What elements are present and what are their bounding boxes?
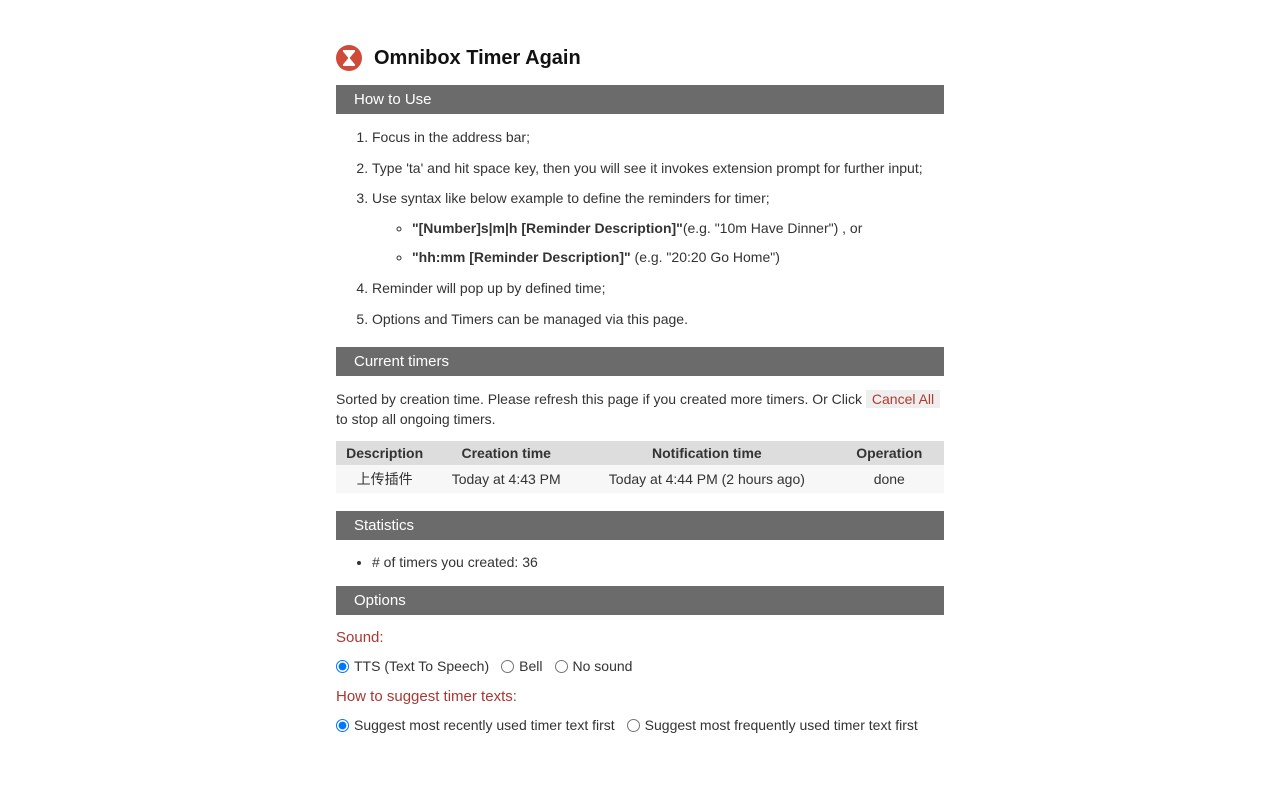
radio-tts-input[interactable] <box>336 660 349 673</box>
radio-bell-input[interactable] <box>501 660 514 673</box>
howto-list: Focus in the address bar; Type 'ta' and … <box>336 128 944 329</box>
syntax-item: "hh:mm [Reminder Description]" (e.g. "20… <box>412 248 944 268</box>
stats-item: # of timers you created: 36 <box>372 554 944 570</box>
timers-table: Description Creation time Notification t… <box>336 441 944 493</box>
stats-list: # of timers you created: 36 <box>336 554 944 570</box>
syntax-rest: (e.g. "10m Have Dinner") , or <box>683 220 863 236</box>
section-options-header: Options <box>336 586 944 615</box>
section-current-header: Current timers <box>336 347 944 376</box>
page-title: Omnibox Timer Again <box>374 47 581 70</box>
howto-step: Reminder will pop up by defined time; <box>372 279 944 299</box>
radio-label: No sound <box>573 658 633 674</box>
suggest-radio-group: Suggest most recently used timer text fi… <box>336 717 944 733</box>
syntax-rest: (e.g. "20:20 Go Home") <box>631 249 780 265</box>
howto-step: Use syntax like below example to define … <box>372 189 944 268</box>
col-creation: Creation time <box>433 441 579 465</box>
suggest-label: How to suggest timer texts: <box>336 688 944 705</box>
radio-suggest-recent[interactable]: Suggest most recently used timer text fi… <box>336 717 615 733</box>
syntax-bold: "[Number]s|m|h [Reminder Description]" <box>412 220 683 236</box>
radio-suggest-recent-input[interactable] <box>336 719 349 732</box>
radio-suggest-frequent-input[interactable] <box>627 719 640 732</box>
page-header: Omnibox Timer Again <box>336 45 944 71</box>
stats-label: # of timers you created: <box>372 554 522 570</box>
sound-label: Sound: <box>336 629 944 646</box>
note-after: to stop all ongoing timers. <box>336 411 496 427</box>
cell-creation: Today at 4:43 PM <box>433 465 579 493</box>
stats-count: 36 <box>522 554 538 570</box>
cell-operation: done <box>835 465 944 493</box>
cell-notification: Today at 4:44 PM (2 hours ago) <box>579 465 834 493</box>
section-stats-header: Statistics <box>336 511 944 540</box>
radio-label: TTS (Text To Speech) <box>354 658 489 674</box>
current-note: Sorted by creation time. Please refresh … <box>336 390 944 429</box>
radio-nosound[interactable]: No sound <box>555 658 633 674</box>
table-row: 上传插件 Today at 4:43 PM Today at 4:44 PM (… <box>336 465 944 493</box>
radio-label: Suggest most frequently used timer text … <box>645 717 918 733</box>
hourglass-icon <box>336 45 362 71</box>
note-before: Sorted by creation time. Please refresh … <box>336 391 866 407</box>
cancel-all-button[interactable]: Cancel All <box>866 390 940 408</box>
syntax-bold: "hh:mm [Reminder Description]" <box>412 249 631 265</box>
howto-step-text: Use syntax like below example to define … <box>372 190 770 206</box>
cell-description: 上传插件 <box>336 465 433 493</box>
syntax-list: "[Number]s|m|h [Reminder Description]"(e… <box>372 219 944 268</box>
col-notification: Notification time <box>579 441 834 465</box>
radio-label: Bell <box>519 658 542 674</box>
radio-bell[interactable]: Bell <box>501 658 542 674</box>
section-howto-header: How to Use <box>336 85 944 114</box>
howto-step: Focus in the address bar; <box>372 128 944 148</box>
syntax-item: "[Number]s|m|h [Reminder Description]"(e… <box>412 219 944 239</box>
howto-step: Type 'ta' and hit space key, then you wi… <box>372 159 944 179</box>
radio-tts[interactable]: TTS (Text To Speech) <box>336 658 489 674</box>
radio-suggest-frequent[interactable]: Suggest most frequently used timer text … <box>627 717 918 733</box>
radio-nosound-input[interactable] <box>555 660 568 673</box>
howto-step: Options and Timers can be managed via th… <box>372 310 944 330</box>
sound-radio-group: TTS (Text To Speech) Bell No sound <box>336 658 944 674</box>
col-operation: Operation <box>835 441 944 465</box>
col-description: Description <box>336 441 433 465</box>
radio-label: Suggest most recently used timer text fi… <box>354 717 615 733</box>
